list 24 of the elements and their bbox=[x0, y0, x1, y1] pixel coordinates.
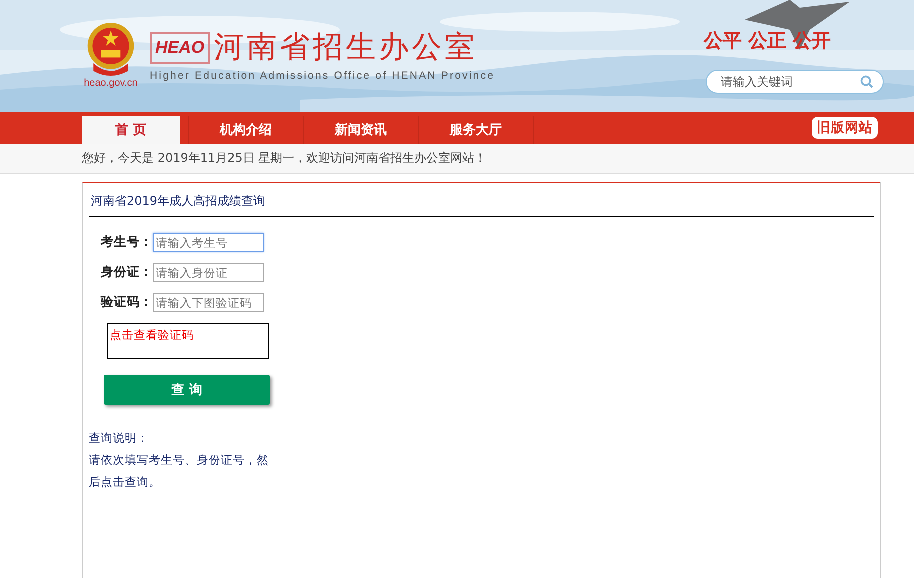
captcha-box[interactable]: 点击查看验证码 bbox=[107, 323, 269, 359]
nav-tab[interactable]: 机构介绍 bbox=[197, 116, 295, 144]
nav-tab[interactable]: 新闻资讯 bbox=[312, 116, 410, 144]
input-field[interactable]: 请输入考生号 bbox=[153, 233, 264, 252]
panel-title: 河南省2019年成人高招成绩查询 bbox=[89, 183, 874, 217]
captcha-link[interactable]: 点击查看验证码 bbox=[110, 328, 194, 342]
old-site-link[interactable]: 旧版网站 bbox=[812, 117, 878, 139]
logo-text: HEAO bbox=[155, 38, 205, 58]
site-subtitle: Higher Education Admissions Office of HENAN Province bbox=[150, 70, 496, 82]
field-label: 身份证： bbox=[100, 264, 153, 281]
input-field[interactable]: 请输入下图验证码 bbox=[153, 293, 264, 312]
notes-text: 请依次填写考生号、身份证号，然后点击查询。 bbox=[89, 452, 270, 491]
field-label: 考生号： bbox=[100, 234, 153, 251]
query-button[interactable]: 查 询 bbox=[104, 375, 270, 405]
nav-tab[interactable]: 服务大厅 bbox=[427, 116, 525, 144]
nav-tab[interactable]: 首 页 bbox=[82, 116, 180, 144]
domain-text: heao.gov.cn bbox=[84, 78, 138, 89]
field-label: 验证码： bbox=[100, 294, 153, 311]
input-field[interactable]: 请输入身份证 bbox=[153, 263, 264, 282]
notes-title: 查询说明： bbox=[89, 430, 150, 447]
site-title: 河南省招生办公室 bbox=[214, 29, 478, 67]
search-field[interactable]: 请输入关键词 bbox=[706, 70, 884, 94]
welcome-text: 您好，今天是 2019年11月25日 星期一，欢迎访问河南省招生办公室网站！ bbox=[82, 150, 487, 167]
search-icon[interactable] bbox=[860, 75, 874, 89]
